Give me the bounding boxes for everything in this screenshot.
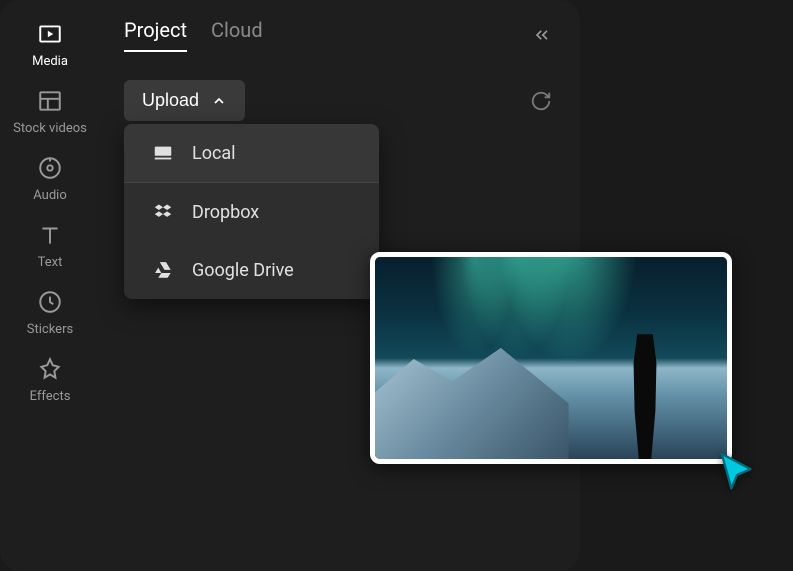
- sidebar-item-stock-videos[interactable]: Stock videos: [13, 87, 87, 136]
- panel-header: Project Cloud: [124, 18, 556, 52]
- upload-option-local[interactable]: Local: [124, 124, 379, 183]
- cursor-icon: [716, 450, 762, 496]
- disc-icon: [36, 154, 64, 182]
- sidebar-item-media[interactable]: Media: [32, 20, 68, 69]
- sidebar-item-label: Audio: [33, 188, 66, 203]
- upload-option-dropbox[interactable]: Dropbox: [124, 183, 379, 241]
- thumbnail-image: [375, 257, 727, 459]
- chevron-up-icon: [211, 93, 227, 109]
- sidebar-item-effects[interactable]: Effects: [30, 355, 71, 404]
- sidebar-item-stickers[interactable]: Stickers: [27, 288, 73, 337]
- upload-button-label: Upload: [142, 90, 199, 111]
- sidebar-item-label: Stock videos: [13, 121, 87, 136]
- media-thumbnail[interactable]: [370, 252, 732, 464]
- tab-project[interactable]: Project: [124, 18, 187, 52]
- media-icon: [36, 20, 64, 48]
- upload-button[interactable]: Upload: [124, 80, 245, 121]
- upload-option-label: Local: [192, 143, 236, 164]
- panel-tabs: Project Cloud: [124, 18, 263, 52]
- sidebar-item-label: Text: [38, 255, 63, 270]
- sidebar-item-audio[interactable]: Audio: [33, 154, 66, 203]
- sidebar-item-label: Stickers: [27, 322, 73, 337]
- sidebar-item-text[interactable]: Text: [36, 221, 64, 270]
- refresh-button[interactable]: [526, 86, 556, 116]
- upload-dropdown: Local Dropbox Google Drive: [124, 124, 379, 299]
- collapse-panel-button[interactable]: [528, 21, 556, 49]
- sidebar-item-label: Effects: [30, 389, 71, 404]
- monitor-icon: [152, 142, 174, 164]
- tool-sidebar: Media Stock videos Audio Text Stickers: [0, 0, 100, 571]
- upload-option-google-drive[interactable]: Google Drive: [124, 241, 379, 299]
- google-drive-icon: [152, 259, 174, 281]
- tab-cloud[interactable]: Cloud: [211, 18, 263, 52]
- clock-icon: [36, 288, 64, 316]
- dropbox-icon: [152, 201, 174, 223]
- layout-icon: [36, 87, 64, 115]
- star-icon: [36, 355, 64, 383]
- upload-row: Upload: [124, 80, 556, 121]
- sidebar-item-label: Media: [32, 54, 68, 69]
- upload-option-label: Dropbox: [192, 202, 259, 223]
- text-icon: [36, 221, 64, 249]
- upload-option-label: Google Drive: [192, 260, 294, 281]
